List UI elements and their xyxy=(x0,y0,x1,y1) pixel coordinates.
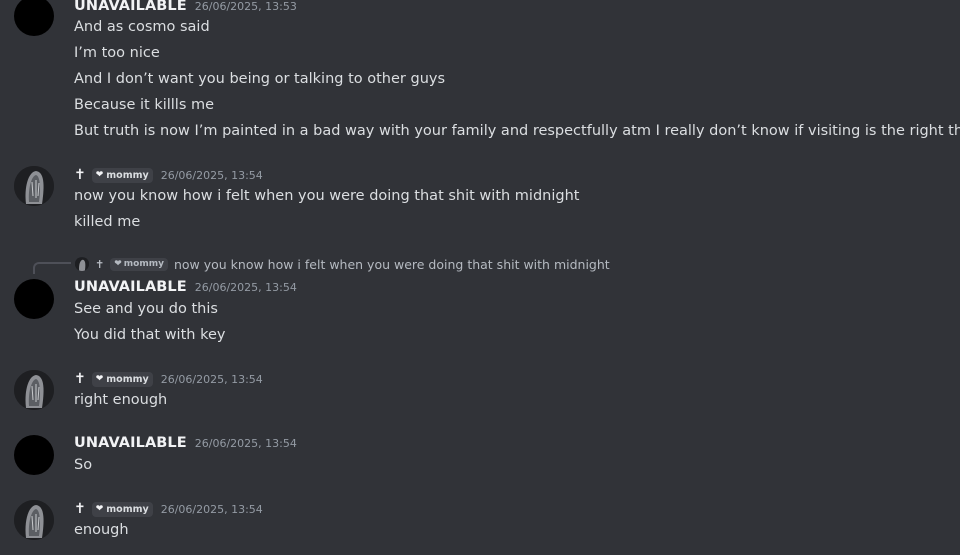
message-header: ✝ ❤ mommy 26/06/2025, 13:54 xyxy=(74,499,263,519)
message-text: And I don’t want you being or talking to… xyxy=(74,71,446,87)
message-text: And as cosmo said xyxy=(74,19,210,35)
avatar[interactable] xyxy=(14,279,54,319)
avatar[interactable] xyxy=(14,500,54,540)
heart-icon: ❤ xyxy=(95,504,104,514)
message-header: UNAVAILABLE 26/06/2025, 13:53 xyxy=(74,0,297,16)
reply-server-tag: ❤ mommy xyxy=(110,257,168,271)
message-text: right enough xyxy=(74,392,168,408)
heart-icon: ❤ xyxy=(95,374,104,384)
heart-icon: ❤ xyxy=(95,170,104,180)
server-tag[interactable]: ❤ mommy xyxy=(91,501,153,517)
timestamp: 26/06/2025, 13:54 xyxy=(194,436,297,450)
ghost-avatar-icon xyxy=(14,370,54,410)
message-text: I’m too nice xyxy=(74,45,160,61)
message-text: See and you do this xyxy=(74,301,218,317)
timestamp: 26/06/2025, 13:54 xyxy=(160,502,263,516)
avatar[interactable] xyxy=(14,166,54,206)
message-header: UNAVAILABLE 26/06/2025, 13:54 xyxy=(74,433,297,453)
server-tag-label: mommy xyxy=(106,373,149,385)
timestamp: 26/06/2025, 13:54 xyxy=(194,280,297,294)
reply-text[interactable]: now you know how i felt when you were do… xyxy=(174,257,610,272)
server-tag[interactable]: ❤ mommy xyxy=(91,167,153,183)
heart-icon: ❤ xyxy=(114,259,122,269)
message-text: You did that with key xyxy=(74,327,226,343)
reply-spine xyxy=(33,262,71,274)
reply-preview[interactable]: ✝ ❤ mommy now you know how i felt when y… xyxy=(75,256,610,272)
message-text: But truth is now I’m painted in a bad wa… xyxy=(74,123,960,139)
reply-server-tag-label: mommy xyxy=(123,259,164,269)
server-tag-label: mommy xyxy=(106,503,149,515)
reply-username[interactable]: ✝ xyxy=(95,258,104,271)
avatar[interactable] xyxy=(14,0,54,36)
message-text: So xyxy=(74,457,93,473)
username[interactable]: UNAVAILABLE xyxy=(74,0,187,14)
server-tag[interactable]: ❤ mommy xyxy=(91,371,153,387)
avatar[interactable] xyxy=(14,370,54,410)
ghost-avatar-icon xyxy=(14,166,54,206)
ghost-avatar-icon xyxy=(75,258,89,271)
message-header: ✝ ❤ mommy 26/06/2025, 13:54 xyxy=(74,369,263,389)
username[interactable]: ✝ xyxy=(74,371,86,387)
timestamp: 26/06/2025, 13:54 xyxy=(160,168,263,182)
timestamp: 26/06/2025, 13:54 xyxy=(160,372,263,386)
message-text: killed me xyxy=(74,214,141,230)
avatar[interactable] xyxy=(14,435,54,475)
message-text: now you know how i felt when you were do… xyxy=(74,188,580,204)
message-text: enough xyxy=(74,522,129,538)
message-header: ✝ ❤ mommy 26/06/2025, 13:54 xyxy=(74,165,263,185)
ghost-avatar-icon xyxy=(14,500,54,540)
username[interactable]: UNAVAILABLE xyxy=(74,279,187,295)
username[interactable]: UNAVAILABLE xyxy=(74,435,187,451)
message-header: UNAVAILABLE 26/06/2025, 13:54 xyxy=(74,277,297,297)
username[interactable]: ✝ xyxy=(74,167,86,183)
timestamp: 26/06/2025, 13:53 xyxy=(194,0,297,13)
message-text: Because it killls me xyxy=(74,97,215,113)
username[interactable]: ✝ xyxy=(74,501,86,517)
reply-avatar xyxy=(75,257,89,271)
server-tag-label: mommy xyxy=(106,169,149,181)
